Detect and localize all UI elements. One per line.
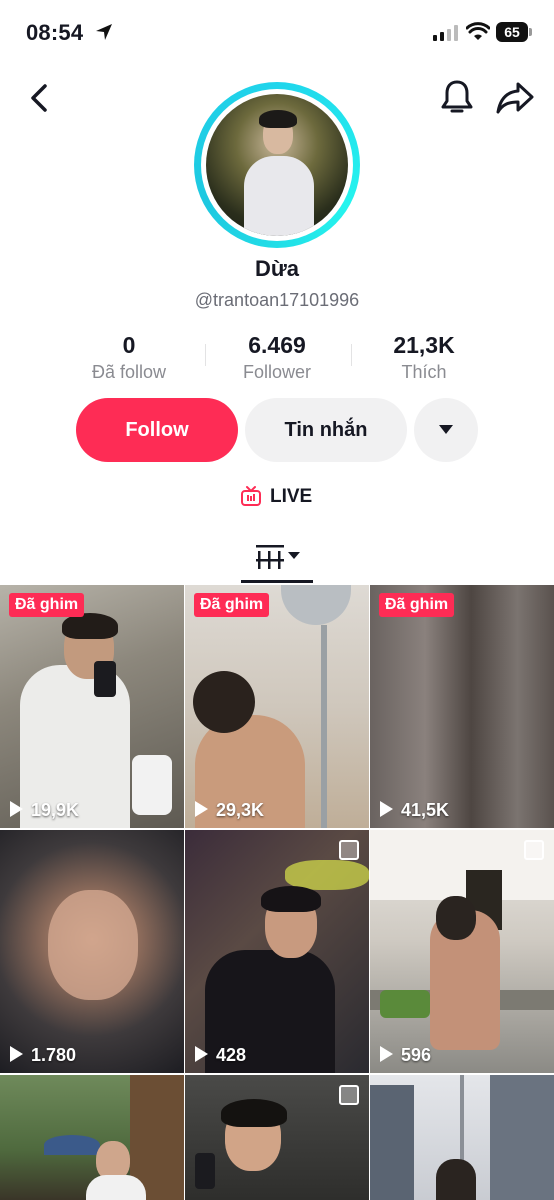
stat-followers[interactable]: 6.469 Follower <box>207 332 347 383</box>
video-thumbnail[interactable]: Đã ghim 41,5K <box>370 585 554 828</box>
multi-photo-icon <box>524 840 544 860</box>
profile-name: Dừa <box>254 256 300 281</box>
status-bar: 08:54 65 <box>0 0 554 66</box>
video-grid-icon <box>256 545 284 569</box>
share-icon[interactable] <box>494 76 536 118</box>
view-count: 428 <box>195 1045 246 1067</box>
stat-following-label: Đã follow <box>91 362 167 382</box>
stat-likes-label: Thích <box>401 362 447 382</box>
stat-followers-value: 6.469 <box>248 332 306 358</box>
video-thumbnail[interactable] <box>370 1075 554 1200</box>
battery-icon: 65 <box>496 22 532 42</box>
multi-photo-icon <box>339 1085 359 1105</box>
live-tv-icon <box>241 486 261 506</box>
pinned-badge: Đã ghim <box>194 593 270 617</box>
cellular-signal-icon <box>433 25 458 41</box>
view-count: 1.780 <box>10 1045 76 1067</box>
video-thumbnail[interactable]: 596 <box>370 830 554 1073</box>
active-tab-indicator <box>241 580 313 583</box>
stat-likes: 21,3K Thích <box>354 332 494 383</box>
divider <box>351 344 352 366</box>
video-thumbnail[interactable] <box>185 1075 369 1200</box>
live-label: LIVE <box>270 486 313 507</box>
avatar <box>206 94 348 236</box>
play-icon <box>195 1046 208 1062</box>
multi-photo-icon <box>339 840 359 860</box>
stat-likes-value: 21,3K <box>393 332 455 358</box>
wifi-icon <box>466 22 490 40</box>
status-time: 08:54 <box>26 20 84 45</box>
stat-following[interactable]: 0 Đã follow <box>59 332 199 383</box>
pinned-badge: Đã ghim <box>9 593 85 617</box>
message-button[interactable]: Tin nhắn <box>245 398 407 462</box>
divider <box>205 344 206 366</box>
caret-down-icon <box>439 425 453 434</box>
video-thumbnail[interactable] <box>0 1075 184 1200</box>
view-count: 41,5K <box>380 800 449 822</box>
stat-following-value: 0 <box>122 332 136 358</box>
view-count: 19,9K <box>10 800 79 822</box>
video-grid: Đã ghim 19,9K Đã ghim 29,3K Đã ghim 41,5… <box>0 585 554 1200</box>
avatar-ring[interactable] <box>194 82 360 248</box>
video-thumbnail[interactable]: 428 <box>185 830 369 1073</box>
battery-level: 65 <box>504 24 520 40</box>
play-icon <box>380 801 393 817</box>
play-icon <box>195 801 208 817</box>
stat-followers-label: Follower <box>242 362 312 382</box>
profile-handle: @trantoan17101996 <box>194 290 360 310</box>
back-chevron-icon[interactable] <box>22 80 58 116</box>
view-count: 29,3K <box>195 800 264 822</box>
bell-icon[interactable] <box>436 76 478 118</box>
play-icon <box>10 1046 23 1062</box>
pinned-badge: Đã ghim <box>379 593 455 617</box>
video-thumbnail[interactable]: Đã ghim 29,3K <box>185 585 369 828</box>
play-icon <box>380 1046 393 1062</box>
content-tabs <box>0 536 554 584</box>
caret-down-icon <box>288 552 300 559</box>
video-thumbnail[interactable]: 1.780 <box>0 830 184 1073</box>
follow-button[interactable]: Follow <box>76 398 238 462</box>
view-count: 596 <box>380 1045 431 1067</box>
video-thumbnail[interactable]: Đã ghim 19,9K <box>0 585 184 828</box>
play-icon <box>10 801 23 817</box>
location-arrow-icon <box>96 24 112 40</box>
more-options-button[interactable] <box>414 398 478 462</box>
